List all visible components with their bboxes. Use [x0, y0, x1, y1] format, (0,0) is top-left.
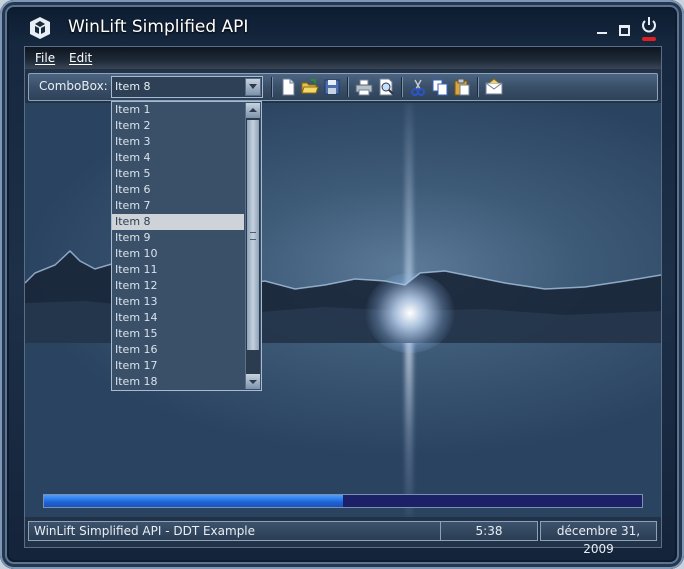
status-bar: WinLift Simplified API - DDT Example 5:3… [25, 521, 661, 556]
dropdown-item[interactable]: Item 1 [112, 102, 244, 118]
combo-value: Item 8 [115, 80, 151, 93]
toolbar: ComboBox: Item 8 [28, 73, 658, 101]
dropdown-item[interactable]: Item 2 [112, 118, 244, 134]
dropdown-item[interactable]: Item 11 [112, 262, 244, 278]
progress-bar [43, 494, 643, 508]
paste-icon[interactable] [453, 78, 471, 96]
menu-file[interactable]: File [35, 51, 55, 65]
dropdown-item[interactable]: Item 7 [112, 198, 244, 214]
dropdown-item[interactable]: Item 16 [112, 342, 244, 358]
progress-fill [44, 495, 343, 507]
dropdown-item[interactable]: Item 14 [112, 310, 244, 326]
new-document-icon[interactable] [279, 78, 297, 96]
print-icon[interactable] [355, 78, 373, 96]
minimize-button[interactable] [594, 22, 610, 36]
dropdown-item[interactable]: Item 17 [112, 358, 244, 374]
toolbar-separator [401, 77, 403, 97]
save-icon[interactable] [323, 78, 341, 96]
app-window: WinLift Simplified API File Edit ComboBo… [0, 0, 684, 569]
cut-icon[interactable] [409, 78, 427, 96]
toolbar-separator [271, 77, 273, 97]
email-icon[interactable] [485, 78, 503, 96]
client-area: File Edit ComboBox: Item 8 Item 1 Item 2… [24, 46, 662, 556]
dropdown-item[interactable]: Item 4 [112, 150, 244, 166]
copy-icon[interactable] [431, 78, 449, 96]
dropdown-item[interactable]: Item 15 [112, 326, 244, 342]
dropdown-item[interactable]: Item 12 [112, 278, 244, 294]
light-glow [365, 273, 455, 353]
maximize-button[interactable] [616, 22, 632, 36]
chevron-up-icon [249, 108, 257, 112]
toolbar-separator [347, 77, 349, 97]
status-time: 5:38 [440, 521, 538, 541]
status-message: WinLift Simplified API - DDT Example [28, 521, 441, 541]
dropdown-item[interactable]: Item 3 [112, 134, 244, 150]
toolbar-separator [477, 77, 479, 97]
dropdown-item[interactable]: Item 18 [112, 374, 244, 390]
dropdown-item[interactable]: Item 5 [112, 166, 244, 182]
dropdown-item[interactable]: Item 9 [112, 230, 244, 246]
dropdown-item[interactable]: Item 8 [112, 214, 244, 230]
combo-box[interactable]: Item 8 [111, 76, 263, 98]
menu-edit[interactable]: Edit [69, 51, 92, 65]
scroll-down-button[interactable] [246, 374, 260, 389]
print-preview-icon[interactable] [377, 78, 395, 96]
combo-dropdown-button[interactable] [245, 78, 261, 96]
dropdown-item[interactable]: Item 6 [112, 182, 244, 198]
open-folder-icon[interactable] [301, 78, 319, 96]
status-date: décembre 31, 2009 [540, 521, 657, 556]
close-button[interactable] [639, 16, 659, 42]
menu-bar: File Edit [25, 47, 661, 69]
chevron-down-icon [249, 380, 257, 384]
app-logo-icon [30, 17, 50, 39]
window-title: WinLift Simplified API [68, 17, 249, 37]
scroll-thumb[interactable] [247, 120, 259, 350]
title-bar[interactable]: WinLift Simplified API [10, 8, 674, 46]
grip-icon [250, 232, 256, 240]
scroll-up-button[interactable] [246, 103, 260, 118]
dropdown-item[interactable]: Item 10 [112, 246, 244, 262]
combo-label: ComboBox: [39, 79, 108, 93]
chevron-down-icon [249, 84, 257, 89]
power-icon [642, 17, 656, 41]
dropdown-item[interactable]: Item 13 [112, 294, 244, 310]
dropdown-items: Item 1 Item 2 Item 3 Item 4 Item 5 Item 6 Item… [112, 102, 244, 390]
dropdown-scrollbar[interactable] [245, 103, 260, 389]
combo-dropdown-list[interactable]: Item 1 Item 2 Item 3 Item 4 Item 5 Item 6 Item… [111, 101, 262, 391]
